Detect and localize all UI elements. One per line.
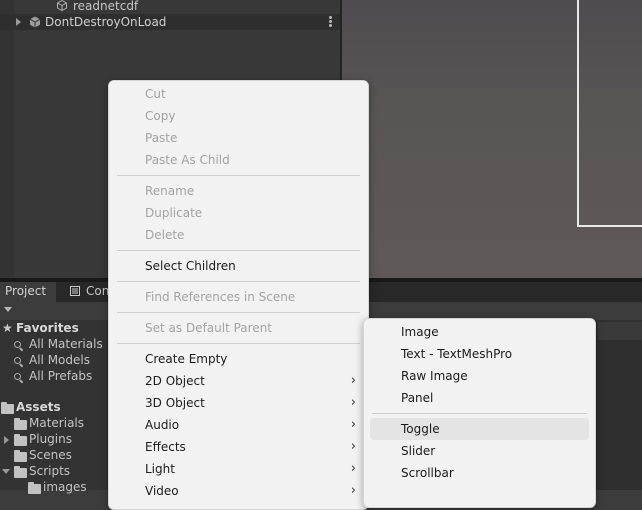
menu-item-label: Light — [145, 462, 175, 476]
menu-item-copy[interactable]: Copy — [109, 105, 368, 127]
menu-item-label: 3D Object — [145, 396, 205, 410]
menu-item-rename[interactable]: Rename — [109, 180, 368, 202]
menu-item-duplicate[interactable]: Duplicate — [109, 202, 368, 224]
folder-images[interactable]: images — [43, 479, 87, 495]
submenu-item-image[interactable]: Image — [364, 321, 595, 343]
submenu-item-raw-image[interactable]: Raw Image — [364, 365, 595, 387]
expand-arrow-icon[interactable] — [16, 18, 21, 26]
hierarchy-gutter — [0, 0, 14, 280]
chevron-right-icon: › — [350, 461, 356, 476]
gameobject-cube-icon — [57, 0, 67, 11]
hierarchy-item-dontdestroyonload[interactable]: DontDestroyOnLoad — [0, 14, 340, 30]
menu-item-label: Effects — [145, 440, 186, 454]
menu-item-audio[interactable]: Audio › — [109, 414, 368, 436]
search-icon — [14, 357, 21, 364]
collapse-arrow-icon[interactable] — [2, 469, 10, 474]
submenu-item-slider[interactable]: Slider — [364, 440, 595, 462]
hierarchy-item-label: readnetcdf — [73, 0, 139, 13]
menu-item-set-default-parent[interactable]: Set as Default Parent — [109, 317, 368, 339]
tab-console-label: Con — [86, 284, 110, 298]
folder-icon — [14, 450, 27, 462]
context-menu: Cut Copy Paste Paste As Child Rename Dup… — [108, 80, 369, 510]
folder-icon — [14, 434, 27, 446]
scene-icon — [29, 16, 41, 28]
menu-item-2d-object[interactable]: 2D Object › — [109, 370, 368, 392]
menu-item-find-references[interactable]: Find References in Scene — [109, 286, 368, 308]
search-icon — [14, 373, 21, 380]
submenu-item-toggle[interactable]: Toggle — [370, 418, 589, 440]
create-dropdown-icon[interactable] — [4, 307, 12, 312]
ui-submenu: Image Text - TextMeshPro Raw Image Panel… — [363, 318, 596, 508]
favorite-all-prefabs[interactable]: All Prefabs — [29, 368, 92, 384]
folder-plugins[interactable]: Plugins — [29, 431, 72, 447]
chevron-right-icon: › — [350, 395, 356, 410]
folder-icon — [14, 418, 27, 430]
menu-item-label: 2D Object — [145, 374, 205, 388]
menu-item-paste-as-child[interactable]: Paste As Child — [109, 149, 368, 171]
menu-item-video[interactable]: Video › — [109, 480, 368, 502]
menu-item-paste[interactable]: Paste — [109, 127, 368, 149]
submenu-item-panel[interactable]: Panel — [364, 387, 595, 409]
menu-item-cut[interactable]: Cut — [109, 83, 368, 105]
menu-separator — [117, 281, 360, 282]
folder-icon — [14, 466, 27, 478]
submenu-item-text-textmeshpro[interactable]: Text - TextMeshPro — [364, 343, 595, 365]
menu-separator — [117, 343, 360, 344]
assets-header[interactable]: Assets — [16, 399, 61, 415]
canvas-frame-outline — [577, 0, 642, 227]
menu-item-create-empty[interactable]: Create Empty — [109, 348, 368, 370]
menu-separator — [117, 312, 360, 313]
menu-item-light[interactable]: Light › — [109, 458, 368, 480]
chevron-right-icon: › — [350, 373, 356, 388]
search-icon — [14, 341, 21, 348]
favorite-all-materials[interactable]: All Materials — [29, 336, 103, 352]
tab-project[interactable]: Project — [0, 282, 56, 302]
menu-item-select-children[interactable]: Select Children — [109, 255, 368, 277]
more-options-icon[interactable] — [329, 16, 332, 28]
menu-item-effects[interactable]: Effects › — [109, 436, 368, 458]
menu-separator — [372, 413, 587, 414]
folder-materials[interactable]: Materials — [29, 415, 84, 431]
menu-item-3d-object[interactable]: 3D Object › — [109, 392, 368, 414]
favorites-header[interactable]: Favorites — [16, 320, 79, 336]
chevron-right-icon: › — [350, 439, 356, 454]
menu-separator — [117, 250, 360, 251]
menu-item-label: Audio — [145, 418, 180, 432]
chevron-right-icon: › — [350, 483, 356, 498]
star-icon: ★ — [2, 321, 13, 335]
menu-item-delete[interactable]: Delete — [109, 224, 368, 246]
tab-project-label: Project — [5, 284, 47, 298]
menu-separator — [117, 175, 360, 176]
project-toolbar-right — [598, 322, 642, 340]
hierarchy-item-label: DontDestroyOnLoad — [45, 15, 167, 29]
expand-arrow-icon[interactable] — [4, 436, 9, 444]
folder-icon — [1, 402, 14, 414]
submenu-item-scrollbar[interactable]: Scrollbar — [364, 462, 595, 484]
folder-scenes[interactable]: Scenes — [29, 447, 72, 463]
menu-item-label: Video — [145, 484, 179, 498]
favorite-all-models[interactable]: All Models — [29, 352, 90, 368]
folder-icon — [28, 482, 41, 494]
chevron-right-icon: › — [350, 417, 356, 432]
folder-scripts[interactable]: Scripts — [29, 463, 70, 479]
hierarchy-item-readnetcdf[interactable]: readnetcdf — [0, 0, 340, 14]
